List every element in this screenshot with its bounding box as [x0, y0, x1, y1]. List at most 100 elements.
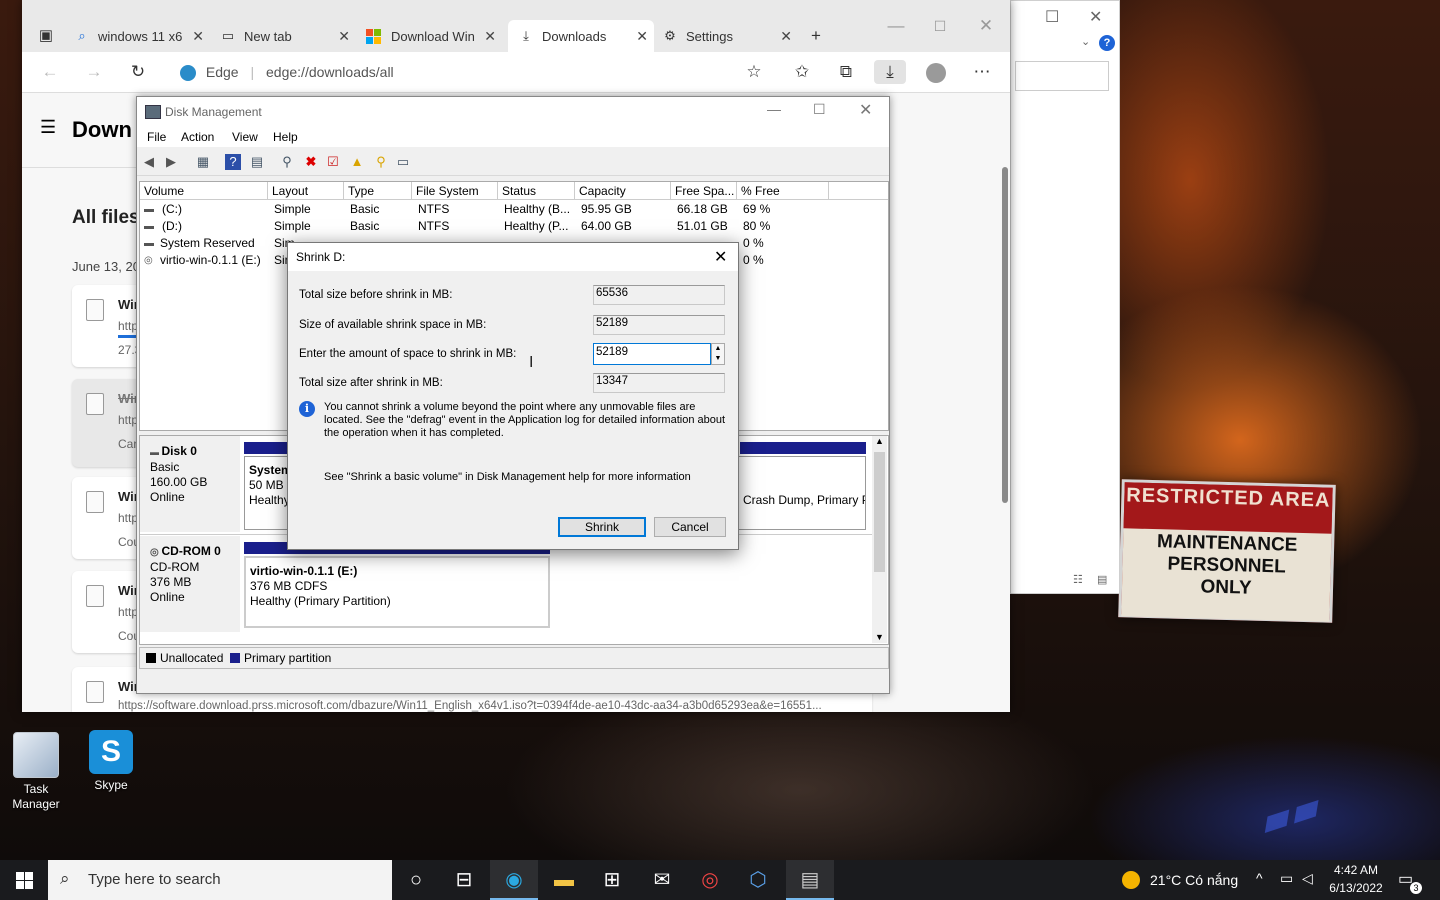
download-url[interactable]: http: [118, 413, 138, 427]
shrink-amount-input[interactable]: 52189: [593, 343, 711, 365]
profile-avatar[interactable]: [924, 60, 948, 84]
forward-icon[interactable]: →: [82, 60, 106, 84]
dialog-title-bar[interactable]: Shrink D: ✕: [288, 243, 738, 271]
view-detail-icon[interactable]: ▤: [1097, 573, 1107, 586]
tab-actions-icon[interactable]: ▣: [34, 24, 58, 48]
properties-icon[interactable]: ▤: [249, 154, 265, 170]
chevron-up-icon[interactable]: ^: [1256, 870, 1263, 886]
store-icon[interactable]: ⊞: [588, 860, 636, 900]
download-url[interactable]: https://software.download.prss.microsoft…: [118, 700, 822, 712]
desktop-icon-task-manager[interactable]: Task Manager: [0, 732, 72, 812]
disk-management-taskbar-icon[interactable]: ▤: [786, 860, 834, 900]
tab-settings[interactable]: ⚙ Settings ✕: [662, 20, 798, 52]
background-window[interactable]: ☐ ✕ ⌄ ? ☷ ▤: [1010, 0, 1120, 594]
column-capacity[interactable]: Capacity: [575, 182, 671, 200]
table-row[interactable]: ▬ (C:) Simple Basic NTFS Healthy (B... 9…: [140, 201, 888, 218]
edge-taskbar-icon[interactable]: ◉: [490, 860, 538, 900]
help-icon[interactable]: ?: [1099, 35, 1115, 51]
menu-help[interactable]: Help: [273, 130, 298, 144]
scroll-thumb[interactable]: [874, 452, 885, 572]
clock-time[interactable]: 4:42 AM: [1332, 863, 1380, 877]
download-url[interactable]: http: [118, 319, 138, 333]
column-percent-free[interactable]: % Free: [737, 182, 829, 200]
desktop-icon-skype[interactable]: S Skype: [75, 730, 147, 793]
cancel-button[interactable]: Cancel: [654, 517, 726, 537]
column-layout[interactable]: Layout: [268, 182, 344, 200]
taskbar-search-box[interactable]: ⌕ Type here to search: [48, 860, 392, 900]
hamburger-menu-icon[interactable]: ☰: [40, 117, 56, 138]
partition-d[interactable]: Crash Dump, Primary P: [738, 456, 866, 530]
shrink-amount-spinner[interactable]: ▲ ▼: [711, 343, 725, 365]
spin-down-icon[interactable]: ▼: [712, 354, 724, 364]
scroll-up-icon[interactable]: ▲: [875, 436, 884, 446]
search-icon[interactable]: ⚲: [373, 154, 389, 170]
close-tab-icon[interactable]: ✕: [338, 28, 350, 45]
task-view-icon[interactable]: ⊟: [440, 860, 488, 900]
disk-0-label[interactable]: ▬ Disk 0 Basic 160.00 GB Online: [140, 436, 240, 532]
tab-downloads[interactable]: ⤓ Downloads ✕: [508, 20, 654, 52]
close-tab-icon[interactable]: ✕: [484, 28, 496, 45]
tab-windows-11[interactable]: ⌕ windows 11 x6 ✕: [74, 20, 210, 52]
column-volume[interactable]: Volume: [140, 182, 268, 200]
clock-date[interactable]: 6/13/2022: [1326, 881, 1386, 895]
help-icon[interactable]: ?: [225, 154, 241, 170]
forward-icon[interactable]: ▶: [163, 154, 179, 170]
connect-icon[interactable]: ⚲: [279, 154, 295, 170]
close-window-icon[interactable]: ✕: [974, 14, 998, 38]
maximize-icon[interactable]: ☐: [1045, 7, 1059, 27]
maximize-icon[interactable]: ☐: [928, 14, 952, 38]
shrink-dialog[interactable]: Shrink D: ✕ Total size before shrink in …: [287, 242, 739, 550]
file-explorer-icon[interactable]: ▬: [540, 860, 588, 900]
refresh-icon[interactable]: ↻: [126, 60, 150, 84]
scrollbar[interactable]: [1002, 167, 1008, 503]
column-free-space[interactable]: Free Spa...: [671, 182, 737, 200]
close-icon[interactable]: ✕: [1089, 7, 1102, 27]
collections-icon[interactable]: ⧉: [834, 60, 858, 84]
add-favorite-icon[interactable]: ☆: [742, 60, 766, 84]
minimize-icon[interactable]: —: [884, 14, 908, 38]
maximize-icon[interactable]: ☐: [813, 101, 826, 118]
shrink-button[interactable]: Shrink: [558, 517, 646, 537]
weather-text[interactable]: 21°C Có nắng: [1150, 872, 1238, 888]
new-folder-icon[interactable]: ▲: [349, 154, 365, 170]
vertical-scrollbar[interactable]: ▲ ▼: [872, 436, 887, 643]
background-window-field[interactable]: [1015, 61, 1109, 91]
scroll-down-icon[interactable]: ▼: [875, 632, 884, 642]
mail-icon[interactable]: ✉: [638, 860, 686, 900]
menu-file[interactable]: File: [147, 130, 166, 144]
close-tab-icon[interactable]: ✕: [780, 28, 792, 45]
console-tree-icon[interactable]: ▦: [195, 154, 211, 170]
downloads-icon[interactable]: ⤓: [874, 60, 906, 84]
partition-system-reserved[interactable]: System 50 MB Healthy: [244, 456, 288, 530]
check-icon[interactable]: ☑: [325, 154, 341, 170]
close-tab-icon[interactable]: ✕: [192, 28, 204, 45]
column-file-system[interactable]: File System: [412, 182, 498, 200]
partition-e[interactable]: virtio-win-0.1.1 (E:) 376 MB CDFS Health…: [244, 556, 550, 628]
menu-action[interactable]: Action: [181, 130, 214, 144]
start-button[interactable]: [16, 872, 33, 889]
download-url[interactable]: http: [118, 511, 138, 525]
close-tab-icon[interactable]: ✕: [636, 28, 648, 45]
delete-icon[interactable]: ✖: [303, 154, 319, 170]
title-bar[interactable]: Disk Management — ☐ ✕: [137, 97, 889, 127]
cdrom-0-label[interactable]: ◎ CD-ROM 0 CD-ROM 376 MB Online: [140, 536, 240, 632]
chevron-down-icon[interactable]: ⌄: [1081, 35, 1090, 48]
network-icon[interactable]: ▭: [1280, 870, 1293, 887]
back-icon[interactable]: ←: [38, 60, 62, 84]
column-type[interactable]: Type: [344, 182, 412, 200]
help-link-text[interactable]: See "Shrink a basic volume" in Disk Mana…: [324, 471, 691, 483]
more-menu-icon[interactable]: ⋯: [970, 60, 994, 84]
new-tab-plus-icon[interactable]: +: [804, 24, 828, 48]
volume-muted-icon[interactable]: ◁: [1302, 870, 1313, 887]
close-icon[interactable]: ✕: [714, 247, 727, 267]
tab-download-windows[interactable]: Download Win ✕: [366, 20, 502, 52]
view-list-icon[interactable]: ☷: [1073, 573, 1083, 586]
minimize-icon[interactable]: —: [767, 101, 781, 117]
weather-sun-icon[interactable]: [1122, 871, 1140, 889]
menu-view[interactable]: View: [232, 130, 258, 144]
back-icon[interactable]: ◀: [141, 154, 157, 170]
address-bar[interactable]: Edge | edge://downloads/all: [172, 60, 732, 84]
virtualbox-icon[interactable]: ⬡: [734, 860, 782, 900]
view-icon[interactable]: ▭: [395, 154, 411, 170]
favorites-icon[interactable]: ✩: [790, 60, 814, 84]
